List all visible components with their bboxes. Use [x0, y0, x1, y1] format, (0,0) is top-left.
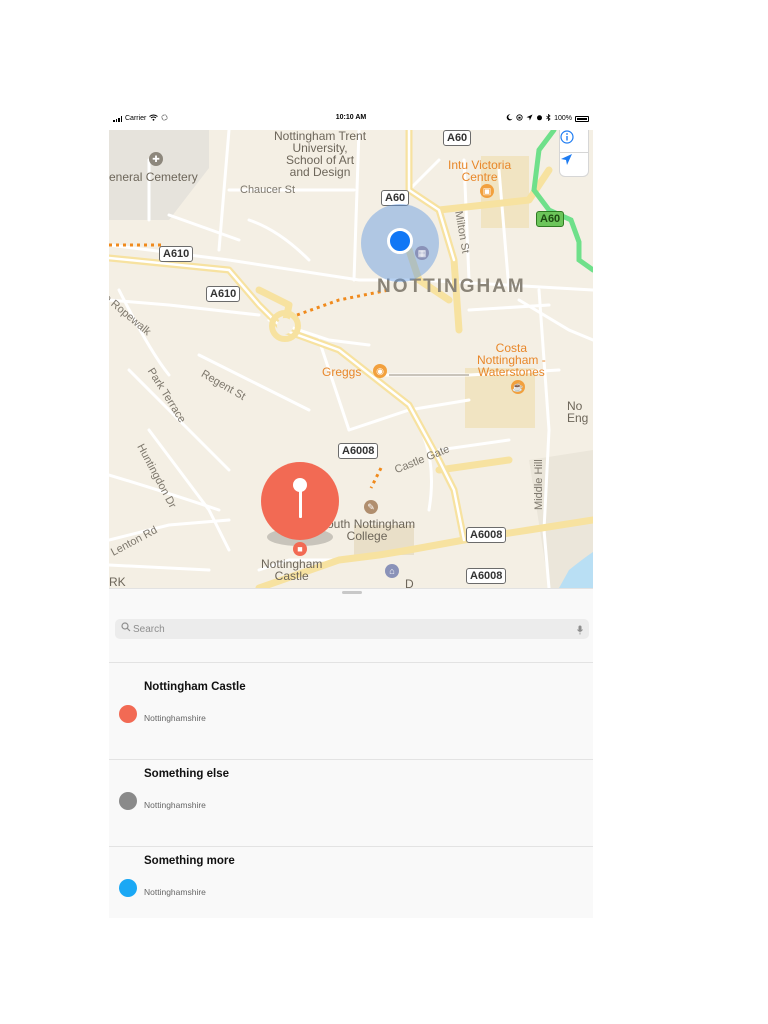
label-intu-victoria: Intu Victoria Centre [448, 158, 512, 184]
label-rk: RK [109, 575, 126, 588]
coffee-icon: ☕ [511, 380, 525, 394]
search-bar [115, 619, 589, 639]
label-nottingham-castle: Nottingham Castle [261, 557, 323, 583]
battery-icon [575, 115, 589, 122]
place-title: Something else [144, 768, 229, 780]
info-button[interactable] [560, 130, 588, 153]
current-location-button[interactable] [560, 153, 588, 175]
label-middle-hill: Middle Hill [533, 459, 545, 510]
battery-percent: 100% [554, 115, 572, 122]
museum-icon: ⌂ [385, 564, 399, 578]
label-d: D [405, 577, 414, 588]
school-icon: ✎ [364, 500, 378, 514]
cinema-icon: ▦ [415, 246, 429, 260]
cemetery-icon: ✚ [149, 152, 163, 166]
label-greggs: Greggs [322, 365, 362, 379]
castle-poi-icon: ■ [293, 542, 307, 556]
shield-a6008-bottom: A6008 [466, 568, 507, 584]
label-university: Nottingham Trent University, School of A… [274, 130, 367, 179]
place-subtitle: Nottinghamshire [144, 713, 206, 723]
alarm-icon [536, 114, 543, 123]
place-title: Nottingham Castle [144, 681, 246, 693]
place-color-dot [119, 705, 137, 723]
list-item[interactable]: Something more Nottinghamshire [109, 837, 593, 918]
list-item[interactable]: Something else Nottinghamshire [109, 750, 593, 836]
shield-a60-green: A60 [536, 211, 565, 227]
place-subtitle: Nottinghamshire [144, 800, 206, 810]
shield-a6008-right: A6008 [466, 527, 507, 543]
label-no-eng: No Eng [567, 399, 589, 425]
map-view[interactable]: eneral Cemetery ✚ Nottingham Trent Unive… [109, 130, 593, 588]
place-title: Something more [144, 855, 235, 867]
map-controls [559, 130, 589, 177]
shield-a610-mid: A610 [206, 286, 241, 302]
status-bar: Carrier 10:10 AM 100% [109, 106, 593, 130]
user-location-dot[interactable] [387, 228, 413, 254]
shield-a610-left: A610 [159, 246, 194, 262]
microphone-icon[interactable] [577, 622, 583, 635]
shield-a6008-top: A6008 [338, 443, 379, 459]
search-input[interactable] [133, 619, 563, 639]
list-item[interactable]: Nottingham Castle Nottinghamshire [109, 663, 593, 749]
food-icon: ◉ [373, 364, 387, 378]
bluetooth-icon [546, 113, 551, 123]
location-arrow-icon [526, 114, 533, 123]
pin-needle [299, 490, 302, 518]
shield-a60-top: A60 [443, 130, 472, 146]
label-cemetery: eneral Cemetery [109, 170, 198, 184]
shopping-icon: ▣ [480, 184, 494, 198]
status-right: 100% [506, 113, 589, 123]
place-color-dot [119, 792, 137, 810]
phone-screen: Carrier 10:10 AM 100% eneral Cemetery ✚ … [109, 106, 593, 918]
sheet-grabber[interactable] [342, 591, 362, 594]
bottom-sheet: Nottingham Castle Nottinghamshire Someth… [109, 588, 593, 918]
rotation-lock-icon [516, 114, 523, 123]
place-color-dot [119, 879, 137, 897]
label-chaucer-st: Chaucer St [240, 184, 296, 196]
search-icon [121, 622, 131, 635]
place-subtitle: Nottinghamshire [144, 887, 206, 897]
label-costa: Costa Nottingham - Waterstones [477, 341, 546, 379]
label-south-college: South Nottingham College [319, 517, 416, 543]
moon-icon [506, 114, 513, 123]
